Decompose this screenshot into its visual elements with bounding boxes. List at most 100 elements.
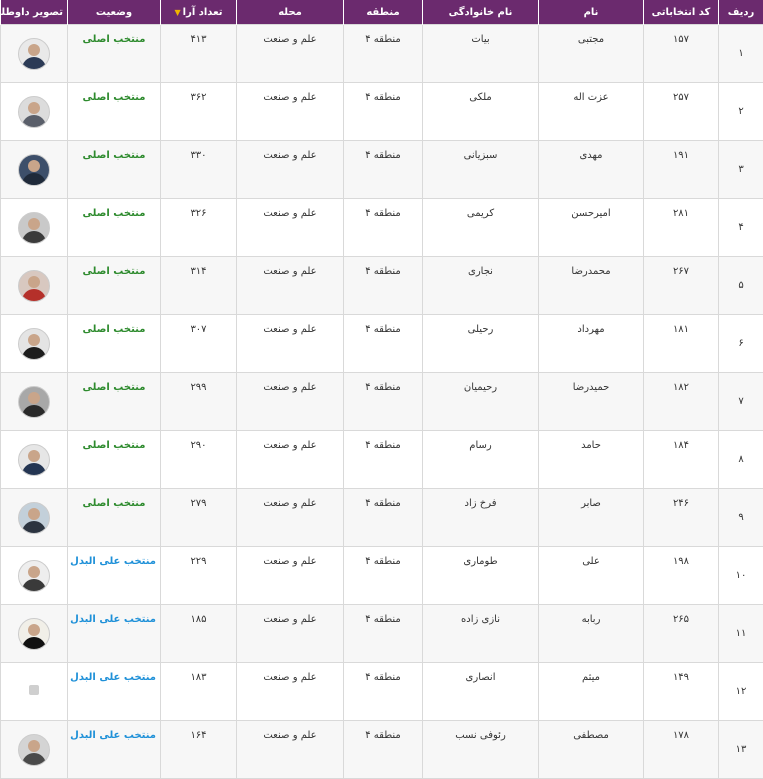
candidate-region: منطقه ۴ (344, 373, 423, 431)
candidate-votes: ۳۶۲ (161, 83, 237, 141)
candidate-avatar[interactable] (18, 386, 50, 418)
placeholder-image-icon[interactable] (19, 677, 49, 707)
candidate-avatar[interactable] (18, 618, 50, 650)
table-row[interactable]: ۱۱۵۷مجتبیبیاتمنطقه ۴علم و صنعت۴۱۳منتخب ا… (1, 25, 763, 83)
table-row[interactable]: ۲۲۵۷عزت الهملکیمنطقه ۴علم و صنعت۳۶۲منتخب… (1, 83, 763, 141)
row-number: ۵ (719, 257, 763, 315)
candidate-avatar[interactable] (18, 444, 50, 476)
header-first-name[interactable]: نام (539, 0, 644, 25)
header-last-name[interactable]: نام خانوادگی (423, 0, 539, 25)
table-row[interactable]: ۵۲۶۷محمدرضانجاریمنطقه ۴علم و صنعت۳۱۴منتخ… (1, 257, 763, 315)
candidate-last-name: سبزیانی (423, 141, 539, 199)
candidate-avatar[interactable] (18, 734, 50, 766)
table-row[interactable]: ۹۲۴۶صابرفرخ زادمنطقه ۴علم و صنعت۲۷۹منتخب… (1, 489, 763, 547)
status-badge: منتخب علی البدل (70, 672, 156, 683)
table-row[interactable]: ۱۲۱۴۹میثمانصاریمنطقه ۴علم و صنعت۱۸۳منتخب… (1, 663, 763, 721)
candidate-photo-cell[interactable] (1, 373, 68, 431)
table-row[interactable]: ۴۲۸۱امیرحسنکریمیمنطقه ۴علم و صنعت۳۲۶منتخ… (1, 199, 763, 257)
candidate-votes: ۲۲۹ (161, 547, 237, 605)
candidate-location: علم و صنعت (237, 605, 344, 663)
candidate-last-name: ملکی (423, 83, 539, 141)
header-region[interactable]: منطقه (344, 0, 423, 25)
candidate-region: منطقه ۴ (344, 489, 423, 547)
table-row[interactable]: ۱۱۲۶۵ربابهنازی زادهمنطقه ۴علم و صنعت۱۸۵م… (1, 605, 763, 663)
candidate-votes: ۲۷۹ (161, 489, 237, 547)
candidate-location: علم و صنعت (237, 141, 344, 199)
candidate-code: ۱۸۲ (644, 373, 719, 431)
candidate-avatar[interactable] (18, 38, 50, 70)
candidate-photo-cell[interactable] (1, 25, 68, 83)
candidate-photo-cell[interactable] (1, 547, 68, 605)
candidate-region: منطقه ۴ (344, 25, 423, 83)
header-code[interactable]: کد انتخاباتی (644, 0, 719, 25)
candidate-code: ۲۵۷ (644, 83, 719, 141)
candidate-status: منتخب اصلی (68, 141, 161, 199)
candidate-photo-cell[interactable] (1, 431, 68, 489)
candidate-photo-cell[interactable] (1, 663, 68, 721)
candidate-location: علم و صنعت (237, 663, 344, 721)
table-row[interactable]: ۸۱۸۴حامدرساممنطقه ۴علم و صنعت۲۹۰منتخب اص… (1, 431, 763, 489)
candidate-avatar[interactable] (18, 154, 50, 186)
status-badge: منتخب اصلی (83, 266, 146, 277)
candidate-photo-cell[interactable] (1, 141, 68, 199)
status-badge: منتخب اصلی (83, 440, 146, 451)
candidate-avatar[interactable] (18, 560, 50, 592)
row-number: ۴ (719, 199, 763, 257)
table-row[interactable]: ۷۱۸۲حمیدرضارحیمیانمنطقه ۴علم و صنعت۲۹۹من… (1, 373, 763, 431)
candidate-last-name: نازی زاده (423, 605, 539, 663)
candidate-status: منتخب اصلی (68, 315, 161, 373)
table-body: ۱۱۵۷مجتبیبیاتمنطقه ۴علم و صنعت۴۱۳منتخب ا… (1, 25, 763, 779)
candidate-status: منتخب اصلی (68, 83, 161, 141)
candidate-photo-cell[interactable] (1, 257, 68, 315)
table-row[interactable]: ۳۱۹۱مهدیسبزیانیمنطقه ۴علم و صنعت۳۳۰منتخب… (1, 141, 763, 199)
table-row[interactable]: ۱۳۱۷۸مصطفیرئوفی نسبمنطقه ۴علم و صنعت۱۶۴م… (1, 721, 763, 779)
header-votes[interactable]: تعداد آرا▼ (161, 0, 237, 25)
candidate-last-name: کریمی (423, 199, 539, 257)
candidate-avatar[interactable] (18, 96, 50, 128)
candidate-location: علم و صنعت (237, 315, 344, 373)
candidate-status: منتخب اصلی (68, 489, 161, 547)
candidate-first-name: حامد (539, 431, 644, 489)
candidate-votes: ۳۲۶ (161, 199, 237, 257)
candidate-photo-cell[interactable] (1, 83, 68, 141)
status-badge: منتخب علی البدل (70, 556, 156, 567)
candidate-region: منطقه ۴ (344, 199, 423, 257)
candidate-photo-cell[interactable] (1, 721, 68, 779)
header-photo[interactable]: تصویر داوطلب (1, 0, 68, 25)
candidate-photo-cell[interactable] (1, 489, 68, 547)
candidate-last-name: رسام (423, 431, 539, 489)
table-row[interactable]: ۱۰۱۹۸علیطوماریمنطقه ۴علم و صنعت۲۲۹منتخب … (1, 547, 763, 605)
row-number: ۸ (719, 431, 763, 489)
candidate-votes: ۳۳۰ (161, 141, 237, 199)
candidate-region: منطقه ۴ (344, 315, 423, 373)
candidate-photo-cell[interactable] (1, 315, 68, 373)
row-number: ۱۰ (719, 547, 763, 605)
row-number: ۹ (719, 489, 763, 547)
row-number: ۳ (719, 141, 763, 199)
header-location[interactable]: محله (237, 0, 344, 25)
candidate-location: علم و صنعت (237, 257, 344, 315)
candidate-first-name: محمدرضا (539, 257, 644, 315)
candidate-avatar[interactable] (18, 328, 50, 360)
sort-desc-icon[interactable]: ▼ (175, 8, 181, 17)
candidate-status: منتخب علی البدل (68, 605, 161, 663)
candidate-votes: ۳۱۴ (161, 257, 237, 315)
candidate-location: علم و صنعت (237, 373, 344, 431)
candidate-avatar[interactable] (18, 270, 50, 302)
candidate-status: منتخب اصلی (68, 431, 161, 489)
row-number: ۲ (719, 83, 763, 141)
status-badge: منتخب علی البدل (70, 730, 156, 741)
status-badge: منتخب اصلی (83, 150, 146, 161)
candidate-avatar[interactable] (18, 502, 50, 534)
candidate-last-name: رحیمیان (423, 373, 539, 431)
table-row[interactable]: ۶۱۸۱مهردادرحیلیمنطقه ۴علم و صنعت۳۰۷منتخب… (1, 315, 763, 373)
candidate-photo-cell[interactable] (1, 199, 68, 257)
header-row-num[interactable]: ردیف (719, 0, 763, 25)
candidate-photo-cell[interactable] (1, 605, 68, 663)
header-status[interactable]: وضعیت (68, 0, 161, 25)
candidate-avatar[interactable] (18, 212, 50, 244)
candidate-status: منتخب علی البدل (68, 721, 161, 779)
candidate-code: ۱۹۱ (644, 141, 719, 199)
row-number: ۶ (719, 315, 763, 373)
row-number: ۱۲ (719, 663, 763, 721)
